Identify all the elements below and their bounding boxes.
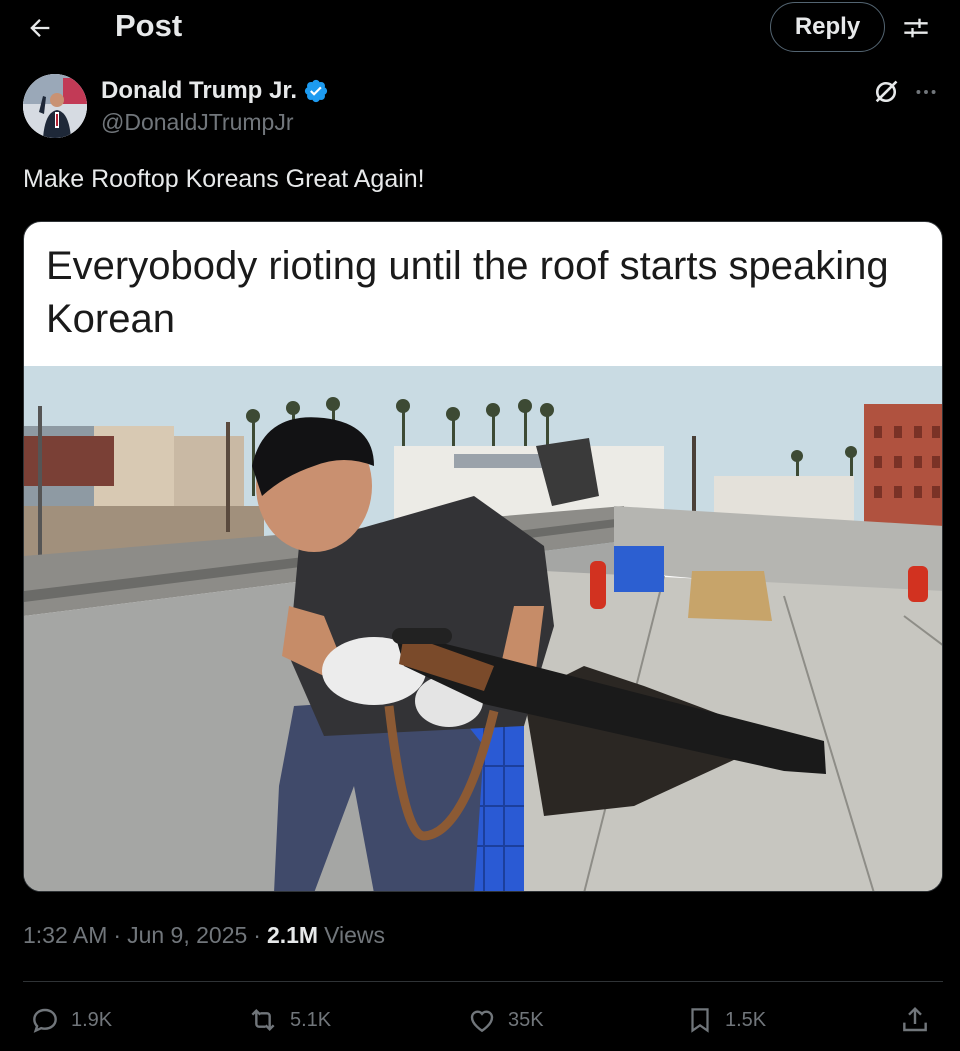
bookmark-action[interactable]: 1.5K [685, 1000, 766, 1040]
meta-separator: · [113, 922, 122, 948]
post-time[interactable]: 1:32 AM [23, 922, 107, 949]
views-label: Views [324, 922, 386, 948]
divider [23, 981, 943, 982]
reply-bubble-icon [33, 1008, 57, 1033]
post-metadata: 1:32 AM · Jun 9, 2025 · 2.1M Views [23, 922, 385, 949]
reply-count: 1.9K [71, 1008, 113, 1031]
grok-button[interactable] [871, 77, 901, 107]
heart-icon [470, 1010, 494, 1033]
user-handle[interactable]: @DonaldJTrumpJr [101, 109, 294, 136]
more-options-button[interactable] [911, 77, 941, 107]
meta-separator: · [253, 922, 261, 948]
settings-sliders-button[interactable] [898, 10, 934, 46]
post-text: Make Rooftop Koreans Great Again! [23, 165, 425, 193]
repost-action[interactable]: 5.1K [246, 1000, 331, 1040]
post-author: Donald Trump Jr. @DonaldJTrumpJr [23, 72, 936, 142]
grok-icon [875, 80, 898, 103]
verified-badge-icon [304, 79, 328, 103]
avatar[interactable] [23, 74, 87, 138]
back-arrow-icon [30, 19, 50, 37]
reply-action[interactable]: 1.9K [29, 1000, 112, 1040]
bookmark-count: 1.5K [725, 1008, 767, 1031]
share-icon [903, 1006, 927, 1032]
page-title: Post [115, 8, 183, 43]
bookmark-icon [691, 1008, 709, 1033]
display-name-text: Donald Trump Jr. [101, 77, 298, 104]
rooftop-photo [24, 366, 942, 891]
views-count: 2.1M [266, 922, 319, 948]
more-dots-icon [916, 90, 936, 94]
display-name[interactable]: Donald Trump Jr. [101, 77, 329, 105]
share-action[interactable] [899, 1000, 931, 1040]
repost-count: 5.1K [290, 1008, 332, 1031]
action-bar: 1.9K 5.1K 35K 1.5K [23, 995, 943, 1045]
back-button[interactable] [22, 10, 58, 46]
repost-icon [251, 1008, 275, 1032]
meme-caption: Everyobody rioting until the roof starts… [46, 244, 889, 341]
sliders-icon [904, 18, 928, 38]
reply-button[interactable]: Reply [770, 2, 885, 52]
like-action[interactable]: 35K [466, 1000, 544, 1040]
post-media[interactable]: Everyobody rioting until the roof starts… [23, 221, 943, 892]
top-bar: Post Reply [0, 0, 960, 54]
post-date[interactable]: Jun 9, 2025 [127, 922, 247, 949]
like-count: 35K [508, 1008, 544, 1031]
